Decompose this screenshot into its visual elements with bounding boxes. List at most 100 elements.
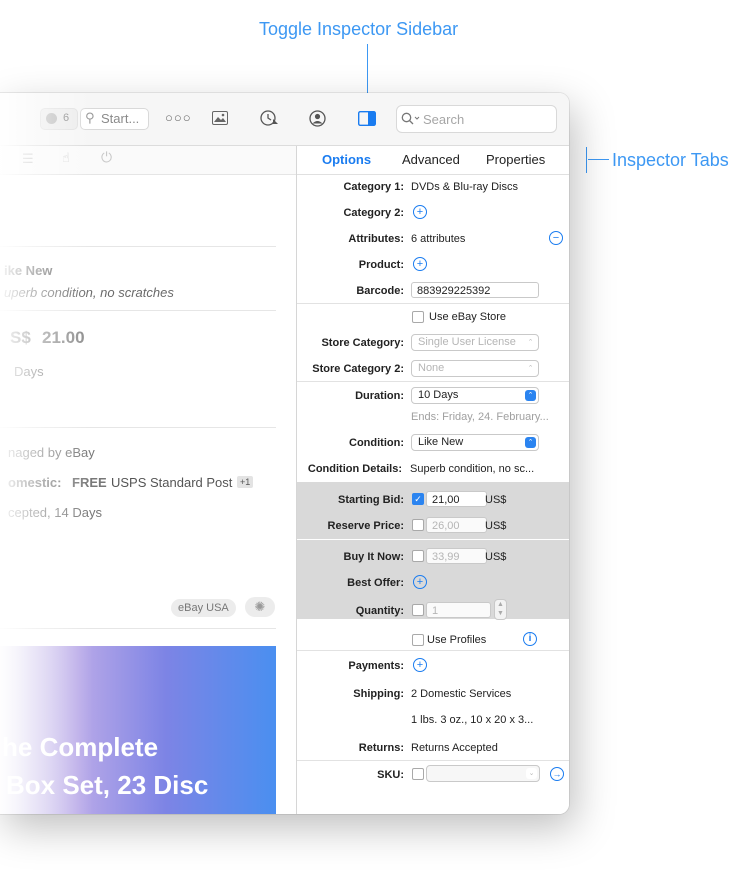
price-currency: S$ — [10, 328, 31, 347]
starting-bid-label: Starting Bid: — [338, 494, 404, 506]
buy-it-now-field[interactable]: 33,99 — [426, 548, 487, 564]
sku-checkbox[interactable] — [412, 768, 424, 780]
listing-preview: ☰ ☝ ⏻ ike New uperb condition, no scratc… — [0, 146, 296, 814]
search-field[interactable]: Search — [396, 105, 557, 133]
schedule-icon[interactable] — [260, 110, 280, 127]
condition-details-value[interactable]: Superb condition, no sc... — [410, 463, 534, 475]
buy-it-now-checkbox[interactable] — [412, 550, 424, 562]
attributes-value[interactable]: 6 attributes — [411, 233, 465, 245]
banner-line-2: Box Set, 23 Disc — [6, 770, 209, 800]
app-window: 6 ⚲ Start... ○○○ Search ☰ ☝ ⏻ ike New up… — [0, 93, 569, 814]
condition-detail: uperb condition, no scratches — [4, 285, 174, 300]
reserve-price-field[interactable]: 26,00 — [426, 517, 487, 533]
add-product-icon[interactable]: + — [413, 257, 427, 271]
tab-options[interactable]: Options — [322, 152, 371, 167]
duration-select[interactable]: 10 Days ⌃ — [411, 387, 539, 404]
inspector-sidebar: Options Advanced Properties Category 1: … — [296, 146, 569, 814]
condition-details-label: Condition Details: — [307, 463, 402, 475]
sku-arrow-icon[interactable]: → — [550, 767, 564, 781]
use-ebay-store-checkbox[interactable] — [412, 311, 424, 323]
store-category2-label: Store Category 2: — [312, 363, 404, 375]
site-badge: eBay USA — [171, 599, 236, 617]
shipping-value-package[interactable]: 1 lbs. 3 oz., 10 x 20 x 3... — [411, 714, 533, 726]
chevron-updown-icon: ⌃ — [525, 390, 536, 401]
section-divider — [297, 650, 569, 651]
start-label: Start... — [101, 111, 140, 126]
toggle-inspector-icon[interactable] — [358, 111, 376, 126]
duration-text: Days — [14, 364, 44, 379]
condition-value: Like New — [418, 436, 464, 448]
callout-line-tabs — [588, 159, 609, 160]
search-icon — [401, 112, 420, 125]
sku-label: SKU: — [377, 769, 404, 781]
add-best-offer-icon[interactable]: + — [413, 575, 427, 589]
store-category-label: Store Category: — [321, 337, 404, 349]
hand-icon[interactable]: ☝ — [62, 150, 70, 166]
inspector-tabs: Options Advanced Properties — [297, 146, 569, 175]
quantity-checkbox[interactable] — [412, 604, 424, 616]
chevron-updown-icon: ⌃ — [525, 363, 536, 374]
returns-value[interactable]: Returns Accepted — [411, 742, 498, 754]
category1-value[interactable]: DVDs & Blu-ray Discs — [411, 181, 518, 193]
starting-bid-field[interactable]: 21,00 — [426, 491, 487, 507]
shipping-service: USPS Standard Post — [111, 475, 233, 490]
duration-label: Duration: — [355, 390, 404, 402]
more-icon[interactable]: ○○○ — [165, 110, 192, 125]
start-button[interactable]: ⚲ Start... — [80, 108, 149, 130]
power-icon[interactable]: ⏻ — [101, 149, 112, 166]
shipping-value-services[interactable]: 2 Domestic Services — [411, 688, 511, 700]
use-ebay-store-label: Use eBay Store — [429, 311, 507, 323]
title-banner: he Complete Box Set, 23 Disc — [0, 646, 276, 814]
store-category2-value: None — [418, 362, 445, 374]
search-placeholder: Search — [423, 112, 465, 127]
domestic-label: omestic: — [8, 475, 62, 490]
info-icon[interactable]: i — [523, 632, 537, 646]
use-profiles-checkbox[interactable] — [412, 634, 424, 646]
store-category-select[interactable]: Single User License ⌃ — [411, 334, 539, 351]
store-category2-select[interactable]: None ⌃ — [411, 360, 539, 377]
warning-icon — [46, 113, 57, 124]
add-payments-icon[interactable]: + — [413, 658, 427, 672]
callout-inspector-tabs: Inspector Tabs — [612, 150, 729, 170]
quantity-field[interactable]: 1 — [426, 602, 491, 618]
managed-text: naged by eBay — [8, 445, 95, 460]
section-divider — [297, 760, 569, 761]
tab-properties[interactable]: Properties — [486, 152, 545, 167]
barcode-field[interactable]: 883929225392 — [411, 282, 539, 298]
quantity-label: Quantity: — [355, 605, 404, 617]
reserve-price-checkbox[interactable] — [412, 519, 424, 531]
callout-bracket-tabs — [586, 147, 587, 173]
add-category2-icon[interactable]: + — [413, 205, 427, 219]
condition-label: Condition: — [349, 437, 404, 449]
starting-bid-checkbox[interactable]: ✓ — [412, 493, 424, 505]
barcode-label: Barcode: — [356, 285, 404, 297]
shipping-label: Shipping: — [353, 688, 404, 700]
quantity-stepper[interactable]: ▲ ▼ — [494, 599, 507, 620]
attributes-label: Attributes: — [348, 233, 404, 245]
store-category-value: Single User License — [418, 336, 516, 348]
free-label: FREE — [72, 475, 107, 490]
account-icon[interactable] — [309, 110, 326, 127]
badge-count: 6 — [63, 112, 70, 124]
tab-advanced[interactable]: Advanced — [402, 152, 460, 167]
buy-it-now-label: Buy It Now: — [343, 551, 405, 563]
reserve-price-label: Reserve Price: — [327, 520, 404, 532]
loading-icon: ✺ — [245, 597, 275, 617]
ends-text: Ends: Friday, 24. February... — [411, 411, 549, 423]
category2-label: Category 2: — [343, 207, 404, 219]
image-icon[interactable] — [212, 111, 228, 125]
more-services-badge[interactable]: +1 — [237, 476, 254, 488]
returns-text: cepted, 14 Days — [8, 505, 102, 520]
list-icon[interactable]: ☰ — [22, 151, 34, 167]
payments-label: Payments: — [348, 660, 404, 672]
issues-badge[interactable]: 6 — [40, 108, 78, 130]
reserve-price-currency: US$ — [485, 520, 507, 532]
banner-line-1: he Complete — [2, 732, 159, 762]
condition-select[interactable]: Like New ⌃ — [411, 434, 539, 451]
divider — [0, 427, 276, 428]
remove-attributes-icon[interactable]: − — [549, 231, 563, 245]
use-profiles-label: Use Profiles — [427, 634, 487, 646]
sku-select[interactable]: ⌄ — [426, 765, 540, 782]
price-value: 21.00 — [42, 328, 85, 347]
returns-label: Returns: — [358, 742, 404, 754]
